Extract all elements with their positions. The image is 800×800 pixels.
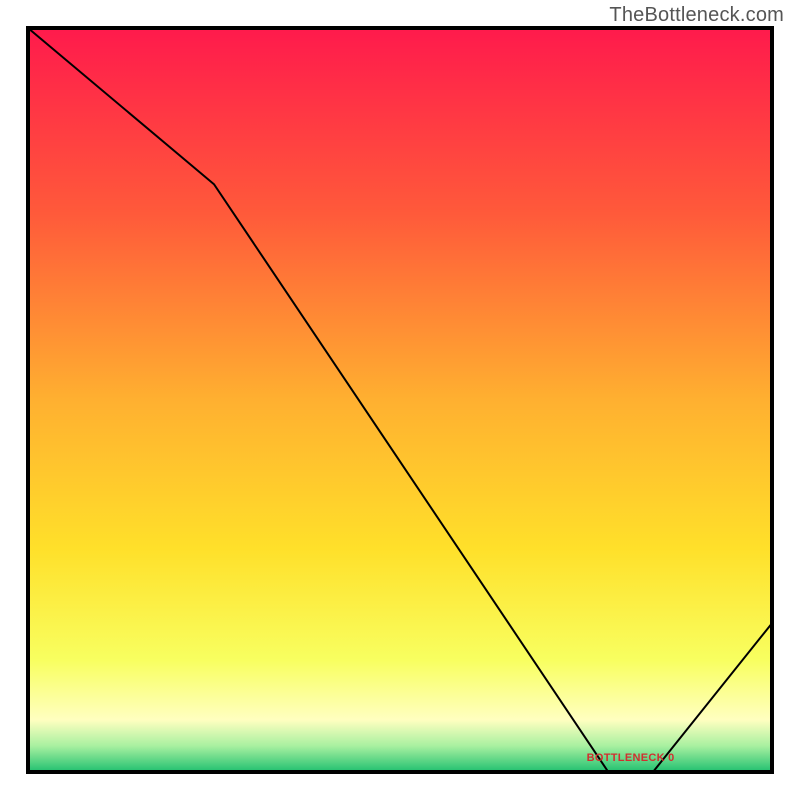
chart-container: TheBottleneck.com BOTTLENECK 0 bbox=[0, 0, 800, 800]
plot-gradient-fill bbox=[28, 28, 772, 772]
bottleneck-zero-label: BOTTLENECK 0 bbox=[587, 752, 675, 764]
bottleneck-chart: BOTTLENECK 0 bbox=[0, 0, 800, 800]
